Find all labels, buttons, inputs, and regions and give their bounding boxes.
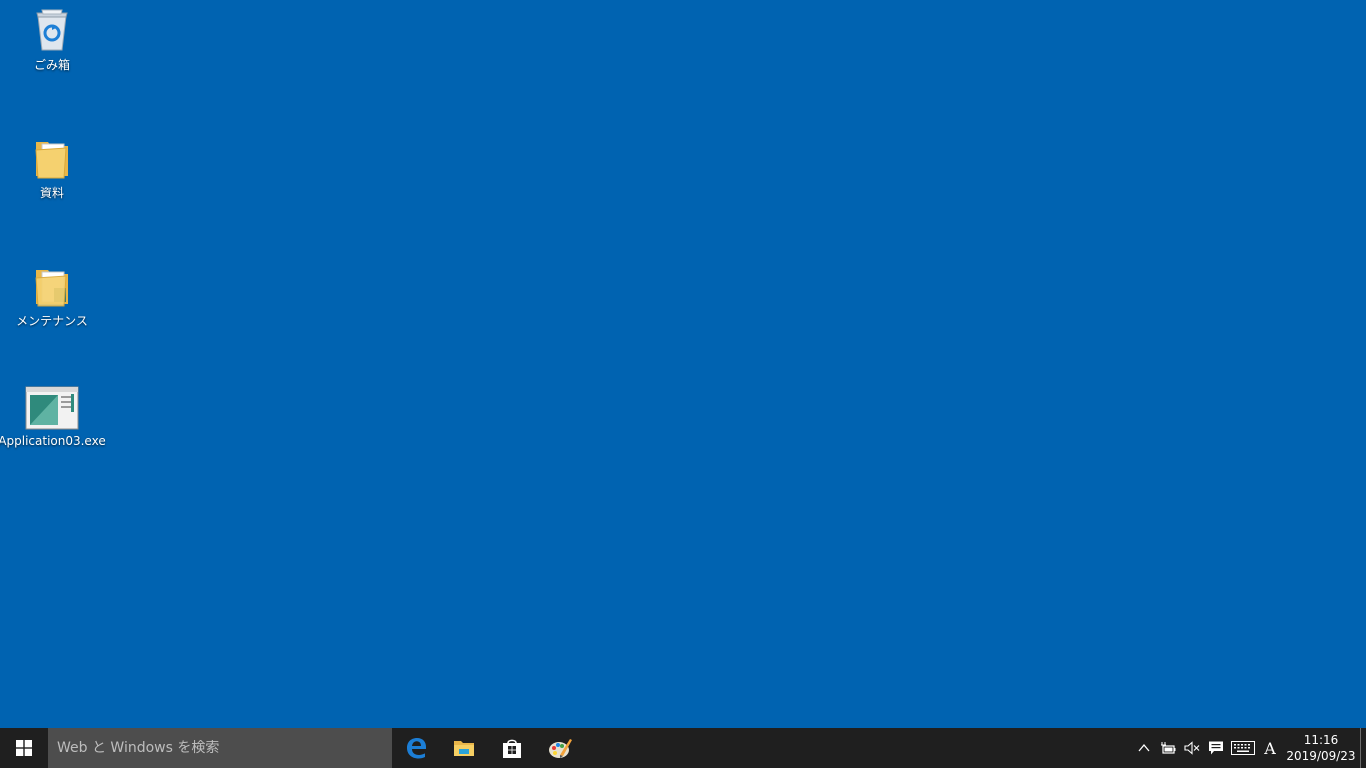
search-input[interactable] xyxy=(57,740,377,756)
show-hidden-icons-button[interactable] xyxy=(1132,728,1156,768)
taskbar-store-button[interactable] xyxy=(488,728,536,768)
desktop-icon-label: ごみ箱 xyxy=(33,58,70,72)
volume-button[interactable] xyxy=(1180,728,1204,768)
desktop-icon-application03[interactable]: Application03.exe xyxy=(0,384,106,448)
system-tray: A 11:16 2019/09/23 xyxy=(1132,728,1366,768)
recycle-bin-icon xyxy=(28,6,76,54)
paint-icon xyxy=(549,739,572,758)
folder-icon xyxy=(28,262,76,310)
show-desktop-button[interactable] xyxy=(1360,728,1366,768)
desktop-icon-folder-maintenance[interactable]: メンテナンス xyxy=(0,262,104,329)
windows-logo-icon xyxy=(16,740,32,756)
keyboard-icon xyxy=(1231,741,1255,755)
start-button[interactable] xyxy=(0,728,48,768)
clock-time: 11:16 xyxy=(1303,733,1339,747)
power-status-button[interactable] xyxy=(1156,728,1180,768)
battery-plug-icon xyxy=(1161,742,1176,754)
touch-keyboard-button[interactable] xyxy=(1228,728,1258,768)
taskbar-file-explorer-button[interactable] xyxy=(440,728,488,768)
ime-mode-indicator[interactable]: A xyxy=(1258,728,1282,768)
desktop-icon-label: Application03.exe xyxy=(0,434,106,448)
taskbar-paint-button[interactable] xyxy=(536,728,584,768)
notification-icon xyxy=(1209,741,1223,755)
action-center-button[interactable] xyxy=(1204,728,1228,768)
application-window-icon xyxy=(25,384,79,432)
edge-icon xyxy=(407,738,426,759)
folder-icon xyxy=(28,134,76,182)
store-icon xyxy=(503,739,521,758)
taskbar: A 11:16 2019/09/23 xyxy=(0,728,1366,768)
desktop-icon-label: 資料 xyxy=(39,186,64,200)
desktop-icon-label: メンテナンス xyxy=(16,314,88,328)
desktop-icon-folder-shiryo[interactable]: 資料 xyxy=(0,134,104,201)
clock-date: 2019/09/23 xyxy=(1286,749,1356,763)
file-explorer-icon xyxy=(454,741,474,756)
taskbar-edge-button[interactable] xyxy=(392,728,440,768)
desktop-icon-recycle-bin[interactable]: ごみ箱 xyxy=(0,6,104,73)
search-box[interactable] xyxy=(48,728,392,768)
clock[interactable]: 11:16 2019/09/23 xyxy=(1282,732,1360,764)
desktop[interactable]: ごみ箱 資料 メンテナンス Application03.exe xyxy=(0,0,1366,728)
speaker-muted-icon xyxy=(1184,741,1200,755)
chevron-up-icon xyxy=(1138,743,1150,752)
